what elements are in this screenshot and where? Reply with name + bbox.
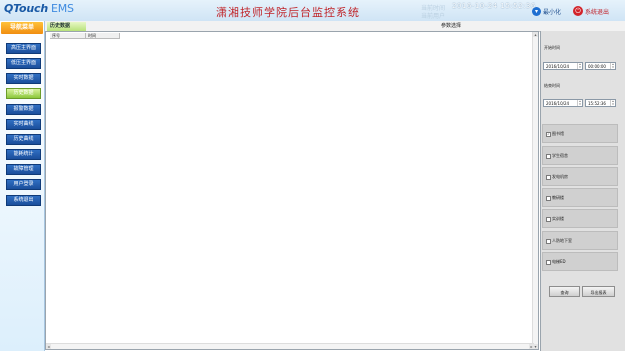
- exit-button[interactable]: ⏻ 系统退出: [573, 5, 609, 17]
- spin-icon[interactable]: ▴ ▾: [577, 63, 582, 69]
- option-elevator[interactable]: 电梯ED: [542, 252, 618, 271]
- sidebar-item-system-exit[interactable]: 系统退出: [6, 195, 41, 206]
- app-logo: QTouch EMS: [4, 2, 74, 15]
- sidebar-item-history-curve[interactable]: 历史曲线: [6, 134, 41, 145]
- scroll-up-icon[interactable]: ▴: [533, 32, 538, 37]
- spin-icon[interactable]: ▴ ▾: [610, 100, 615, 106]
- option-civil-defense-basement[interactable]: 人防地下室: [542, 231, 618, 250]
- checkbox[interactable]: [546, 260, 551, 265]
- option-label: 实训楼: [552, 216, 564, 221]
- sidebar-item-fault-management[interactable]: 故障管理: [6, 164, 41, 175]
- clock-display: 2016-10-24 15:52:36: [452, 2, 536, 10]
- option-library[interactable]: ✓ 图书馆: [542, 124, 618, 143]
- option-label: 学生宿舍: [552, 153, 568, 158]
- horizontal-scrollbar[interactable]: ◂ ▸: [46, 343, 534, 349]
- scroll-right-icon[interactable]: ▸: [529, 344, 534, 349]
- checkbox[interactable]: ✓: [546, 132, 551, 137]
- column-header-index[interactable]: 序号: [50, 33, 86, 39]
- tab-history-data[interactable]: 历史数据: [47, 22, 86, 31]
- sidebar-item-lv-main[interactable]: 低压主界面: [6, 58, 41, 69]
- start-date-picker[interactable]: 2016/10/24 ▴ ▾: [543, 62, 583, 70]
- sidebar-item-realtime-curve[interactable]: 实时曲线: [6, 119, 41, 130]
- query-button[interactable]: 查询: [549, 286, 580, 297]
- sidebar-item-hv-main[interactable]: 高压主界面: [6, 43, 41, 54]
- start-time-label: 开始时间: [544, 45, 560, 50]
- checkbox[interactable]: [546, 217, 551, 222]
- end-date-picker[interactable]: 2016/10/24 ▴ ▾: [543, 99, 583, 107]
- checkbox[interactable]: [546, 196, 551, 201]
- nav-menu-header: 导航菜单: [1, 22, 43, 34]
- spin-icon[interactable]: ▴ ▾: [610, 63, 615, 69]
- app-title: 潇湘技师学院后台监控系统: [216, 6, 360, 19]
- minimize-icon: ▾: [532, 6, 541, 16]
- end-date-value: 2016/10/24: [546, 101, 570, 106]
- option-dormitory[interactable]: 学生宿舍: [542, 146, 618, 165]
- sidebar-item-history-data[interactable]: 历史数据: [6, 88, 41, 99]
- sidebar-item-energy-stats[interactable]: 能耗统计: [6, 149, 41, 160]
- checkbox[interactable]: [546, 154, 551, 159]
- exit-label: 系统退出: [585, 8, 610, 16]
- checkbox[interactable]: [546, 175, 551, 180]
- history-data-table[interactable]: 序号 时间 ▴ ▾ ◂ ▸: [45, 31, 539, 350]
- vertical-scrollbar[interactable]: ▴ ▾: [532, 32, 538, 349]
- option-training-building[interactable]: 实训楼: [542, 209, 618, 228]
- option-teaching-building[interactable]: 教研楼: [542, 188, 618, 207]
- param-selection-title: 参数选择: [441, 23, 462, 29]
- end-time-label: 结束时间: [544, 83, 560, 88]
- option-label: 教研楼: [552, 195, 564, 200]
- end-time-value: 15:52:36: [588, 101, 606, 106]
- option-generator-room[interactable]: 发电机房: [542, 167, 618, 186]
- current-user-label: 当前用户: [421, 13, 446, 20]
- sidebar-item-user-login[interactable]: 用户登录: [6, 179, 41, 190]
- scroll-left-icon[interactable]: ◂: [46, 344, 51, 349]
- export-report-button[interactable]: 导出报表: [582, 286, 615, 297]
- start-date-value: 2016/10/24: [546, 64, 570, 69]
- option-label: 发电机房: [552, 174, 568, 179]
- minimize-button[interactable]: ▾ 最小化: [532, 6, 561, 16]
- sidebar-item-realtime-data[interactable]: 实时数据: [6, 73, 41, 84]
- power-icon: ⏻: [573, 6, 583, 16]
- column-header-time[interactable]: 时间: [86, 33, 120, 39]
- end-time-picker[interactable]: 15:52:36 ▴ ▾: [585, 99, 616, 107]
- option-label: 人防地下室: [552, 238, 572, 243]
- sidebar-item-alarm-data[interactable]: 报警数据: [6, 104, 41, 115]
- start-time-picker[interactable]: 00:00:00 ▴ ▾: [585, 62, 616, 70]
- checkbox[interactable]: [546, 239, 551, 244]
- option-label: 图书馆: [552, 131, 564, 136]
- spin-icon[interactable]: ▴ ▾: [577, 100, 582, 106]
- option-label: 电梯ED: [552, 259, 566, 264]
- start-time-value: 00:00:00: [588, 64, 606, 69]
- minimize-label: 最小化: [543, 8, 562, 16]
